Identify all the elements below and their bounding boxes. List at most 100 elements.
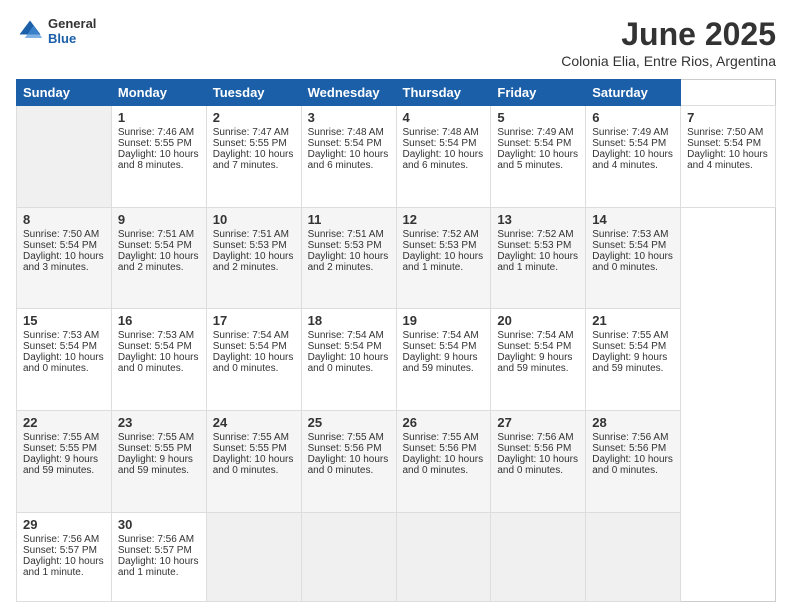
day-info: Sunrise: 7:49 AM — [497, 127, 579, 138]
day-info: and 0 minutes. — [592, 465, 674, 476]
day-info: Daylight: 10 hours — [213, 352, 295, 363]
weekday-header: Friday — [491, 80, 586, 106]
day-number: 28 — [592, 415, 674, 430]
day-info: Daylight: 10 hours — [308, 149, 390, 160]
day-info: Sunrise: 7:55 AM — [118, 432, 200, 443]
day-number: 23 — [118, 415, 200, 430]
calendar-cell — [396, 512, 491, 601]
day-info: Sunset: 5:53 PM — [403, 240, 485, 251]
day-info: and 1 minute. — [23, 567, 105, 578]
calendar-cell: 11Sunrise: 7:51 AMSunset: 5:53 PMDayligh… — [301, 207, 396, 309]
day-info: and 7 minutes. — [213, 160, 295, 171]
day-info: Sunset: 5:54 PM — [213, 341, 295, 352]
day-number: 26 — [403, 415, 485, 430]
page: General Blue June 2025 Colonia Elia, Ent… — [0, 0, 792, 612]
day-info: Sunset: 5:54 PM — [308, 138, 390, 149]
day-info: and 5 minutes. — [497, 160, 579, 171]
day-info: Sunset: 5:55 PM — [118, 443, 200, 454]
calendar-cell: 27Sunrise: 7:56 AMSunset: 5:56 PMDayligh… — [491, 411, 586, 513]
day-info: Sunset: 5:56 PM — [403, 443, 485, 454]
day-info: Sunset: 5:54 PM — [592, 240, 674, 251]
day-number: 5 — [497, 110, 579, 125]
weekday-header: Wednesday — [301, 80, 396, 106]
day-info: Daylight: 10 hours — [308, 454, 390, 465]
day-info: Daylight: 10 hours — [213, 251, 295, 262]
calendar-cell: 26Sunrise: 7:55 AMSunset: 5:56 PMDayligh… — [396, 411, 491, 513]
calendar-cell: 7Sunrise: 7:50 AMSunset: 5:54 PMDaylight… — [681, 106, 776, 208]
day-number: 3 — [308, 110, 390, 125]
calendar-cell: 16Sunrise: 7:53 AMSunset: 5:54 PMDayligh… — [111, 309, 206, 411]
day-info: Daylight: 10 hours — [213, 149, 295, 160]
day-info: Daylight: 10 hours — [592, 149, 674, 160]
calendar-cell: 30Sunrise: 7:56 AMSunset: 5:57 PMDayligh… — [111, 512, 206, 601]
day-info: and 59 minutes. — [497, 363, 579, 374]
day-number: 2 — [213, 110, 295, 125]
logo-blue: Blue — [48, 31, 96, 46]
logo-icon — [16, 17, 44, 45]
calendar-cell: 12Sunrise: 7:52 AMSunset: 5:53 PMDayligh… — [396, 207, 491, 309]
day-info: Sunset: 5:55 PM — [213, 138, 295, 149]
day-number: 25 — [308, 415, 390, 430]
day-info: and 3 minutes. — [23, 262, 105, 273]
day-info: and 8 minutes. — [118, 160, 200, 171]
calendar-cell: 23Sunrise: 7:55 AMSunset: 5:55 PMDayligh… — [111, 411, 206, 513]
day-info: and 6 minutes. — [308, 160, 390, 171]
calendar-cell — [206, 512, 301, 601]
day-info: Sunset: 5:55 PM — [23, 443, 105, 454]
day-info: Sunset: 5:56 PM — [592, 443, 674, 454]
day-number: 20 — [497, 313, 579, 328]
day-info: Sunrise: 7:56 AM — [118, 534, 200, 545]
logo-general: General — [48, 16, 96, 31]
calendar-cell: 6Sunrise: 7:49 AMSunset: 5:54 PMDaylight… — [586, 106, 681, 208]
day-info: Daylight: 10 hours — [213, 454, 295, 465]
logo-text: General Blue — [48, 16, 96, 46]
day-info: and 2 minutes. — [118, 262, 200, 273]
day-info: Sunset: 5:56 PM — [497, 443, 579, 454]
day-info: Daylight: 10 hours — [403, 251, 485, 262]
day-info: Sunset: 5:57 PM — [118, 545, 200, 556]
calendar-cell: 14Sunrise: 7:53 AMSunset: 5:54 PMDayligh… — [586, 207, 681, 309]
day-info: Daylight: 10 hours — [687, 149, 769, 160]
day-number: 6 — [592, 110, 674, 125]
day-info: Sunrise: 7:52 AM — [497, 229, 579, 240]
day-info: and 59 minutes. — [403, 363, 485, 374]
day-info: and 0 minutes. — [497, 465, 579, 476]
day-info: Daylight: 9 hours — [23, 454, 105, 465]
day-info: Sunset: 5:54 PM — [118, 341, 200, 352]
day-info: Daylight: 10 hours — [118, 149, 200, 160]
day-info: Sunrise: 7:54 AM — [497, 330, 579, 341]
day-info: and 4 minutes. — [687, 160, 769, 171]
day-info: Sunset: 5:53 PM — [213, 240, 295, 251]
day-number: 11 — [308, 212, 390, 227]
day-info: Sunrise: 7:48 AM — [403, 127, 485, 138]
day-info: and 0 minutes. — [118, 363, 200, 374]
day-info: Sunrise: 7:56 AM — [497, 432, 579, 443]
calendar-cell: 2Sunrise: 7:47 AMSunset: 5:55 PMDaylight… — [206, 106, 301, 208]
calendar-cell: 9Sunrise: 7:51 AMSunset: 5:54 PMDaylight… — [111, 207, 206, 309]
day-info: Sunrise: 7:54 AM — [213, 330, 295, 341]
day-info: Daylight: 10 hours — [118, 352, 200, 363]
day-info: Sunrise: 7:54 AM — [403, 330, 485, 341]
calendar-cell: 4Sunrise: 7:48 AMSunset: 5:54 PMDaylight… — [396, 106, 491, 208]
day-info: and 6 minutes. — [403, 160, 485, 171]
weekday-header: Sunday — [17, 80, 112, 106]
day-number: 1 — [118, 110, 200, 125]
day-info: Sunset: 5:57 PM — [23, 545, 105, 556]
calendar-cell: 20Sunrise: 7:54 AMSunset: 5:54 PMDayligh… — [491, 309, 586, 411]
day-info: Daylight: 10 hours — [497, 251, 579, 262]
day-info: Sunrise: 7:54 AM — [308, 330, 390, 341]
day-info: and 1 minute. — [118, 567, 200, 578]
day-number: 19 — [403, 313, 485, 328]
day-info: Daylight: 10 hours — [497, 149, 579, 160]
day-number: 18 — [308, 313, 390, 328]
calendar-cell: 3Sunrise: 7:48 AMSunset: 5:54 PMDaylight… — [301, 106, 396, 208]
day-info: Sunset: 5:54 PM — [403, 138, 485, 149]
day-info: Sunset: 5:54 PM — [592, 341, 674, 352]
calendar-cell: 19Sunrise: 7:54 AMSunset: 5:54 PMDayligh… — [396, 309, 491, 411]
calendar-cell: 24Sunrise: 7:55 AMSunset: 5:55 PMDayligh… — [206, 411, 301, 513]
day-number: 13 — [497, 212, 579, 227]
month-title: June 2025 — [561, 16, 776, 53]
day-number: 4 — [403, 110, 485, 125]
day-info: Daylight: 10 hours — [592, 251, 674, 262]
day-info: Daylight: 10 hours — [403, 454, 485, 465]
